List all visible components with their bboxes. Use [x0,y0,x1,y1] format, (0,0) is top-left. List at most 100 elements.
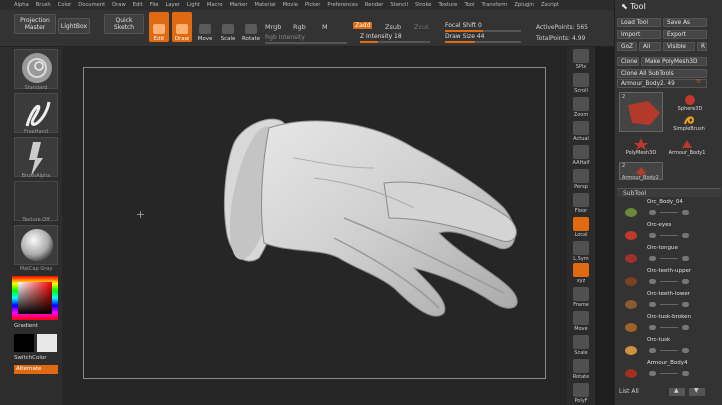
primary-color-swatch[interactable] [14,334,34,352]
zcut-button[interactable]: Zcut [414,23,429,31]
polypaint-toggle-icon[interactable] [682,209,689,215]
tool-polymesh3d[interactable]: PolyMesh3D [619,138,663,156]
subtool-row[interactable]: Orc-teeth-upper [619,268,709,290]
polypaint-toggle-icon[interactable] [682,255,689,261]
tool-sphere3d[interactable]: Sphere3D [673,94,707,112]
tool-armour-body2[interactable]: 2 Armour_Body2 [619,162,663,181]
visible-button[interactable]: Visible [663,42,695,51]
active-tool-thumbnail[interactable]: 2 [619,92,663,132]
subtool-row[interactable]: Orc-eyes [619,222,709,244]
rightshelf-polyf-button[interactable]: PolyF [570,383,592,404]
rightshelf-spix-button[interactable]: SPix [570,49,592,70]
secondary-color-swatch[interactable] [37,334,57,352]
rightshelf-move-button[interactable]: Move [570,311,592,332]
zsub-button[interactable]: Zsub [385,23,401,31]
menu-item-texture[interactable]: Texture [438,2,457,8]
import-button[interactable]: Import [617,30,661,39]
rotate-button[interactable]: Rotate [241,12,261,42]
texture-thumbnail[interactable] [14,181,58,221]
material-thumbnail[interactable] [14,225,58,265]
menu-item-marker[interactable]: Marker [230,2,248,8]
focal-shift-slider[interactable]: Focal Shift 0 [445,22,521,32]
rgb-intensity-slider[interactable]: Rgb Intensity [265,34,347,44]
menu-item-alpha[interactable]: Alpha [14,2,29,8]
clone-all-subtools-button[interactable]: Clone All SubTools [617,69,707,78]
rightshelf-aahalf-button[interactable]: AAHalf [570,145,592,166]
menu-item-render[interactable]: Render [365,2,383,8]
menu-item-material[interactable]: Material [255,2,276,8]
subtool-row[interactable]: Orc-tusk [619,337,709,359]
menu-item-zscript[interactable]: Zscript [541,2,559,8]
mrgb-button[interactable]: Mrgb [265,23,281,31]
glove-model[interactable] [84,68,545,378]
polypaint-toggle-icon[interactable] [682,324,689,330]
subtool-header[interactable]: SubTool [617,188,721,197]
zadd-button[interactable]: Zadd [353,22,381,32]
rightshelf-floor-button[interactable]: Floor [570,193,592,214]
rgb-button[interactable]: Rgb [293,23,306,31]
subtool-row[interactable]: Orc_Body_04 [619,199,709,221]
menu-item-movie[interactable]: Movie [283,2,298,8]
polypaint-toggle-icon[interactable] [682,347,689,353]
subtool-slider[interactable] [660,349,678,351]
document-canvas[interactable] [83,67,546,379]
subtool-slider[interactable] [660,257,678,259]
edit-button[interactable]: Edit [149,12,169,42]
subtool-slider[interactable] [660,303,678,305]
m-button[interactable]: M [322,23,328,31]
save-as-button[interactable]: Save As [663,18,707,27]
subtool-row[interactable]: Orc-tongue [619,245,709,267]
menu-item-stencil[interactable]: Stencil [390,2,408,8]
export-button[interactable]: Export [663,30,707,39]
visibility-toggle-icon[interactable] [649,232,656,238]
rightshelf-lsym-button[interactable]: L.Sym [570,241,592,262]
visibility-toggle-icon[interactable] [649,209,656,215]
rightshelf-local-button[interactable]: Local [570,217,592,238]
menu-item-stroke[interactable]: Stroke [415,2,432,8]
subtool-up-button[interactable]: ▲ [669,387,685,396]
move-button[interactable]: Move [195,12,215,42]
scale-button[interactable]: Scale [218,12,238,42]
draw-size-slider[interactable]: Draw Size 44 [445,33,521,43]
menu-item-color[interactable]: Color [58,2,72,8]
menu-item-edit[interactable]: Edit [133,2,143,8]
subtool-row[interactable]: Orc-tusk-broken [619,314,709,336]
rightshelf-persp-button[interactable]: Persp [570,169,592,190]
menu-item-document[interactable]: Document [78,2,105,8]
rightshelf-xyz-button[interactable]: xyz [570,263,592,284]
r-button[interactable]: R [697,42,707,51]
clone-button[interactable]: Clone [617,57,639,66]
make-polymesh-button[interactable]: Make PolyMesh3D [641,57,707,66]
subtool-slider[interactable] [660,234,678,236]
rightshelf-zoom-button[interactable]: Zoom [570,97,592,118]
visibility-toggle-icon[interactable] [649,255,656,261]
lightbox-button[interactable]: LightBox [58,18,90,34]
menu-item-picker[interactable]: Picker [305,2,320,8]
z-intensity-slider[interactable]: Z Intensity 18 [360,33,430,43]
polypaint-toggle-icon[interactable] [682,232,689,238]
rightshelf-frame-button[interactable]: Frame [570,287,592,308]
menu-item-brush[interactable]: Brush [36,2,51,8]
rightshelf-rotate-button[interactable]: Rotate [570,359,592,380]
goz-all-button[interactable]: All [639,42,661,51]
color-picker[interactable] [12,276,58,320]
current-tool-slider[interactable]: Armour_Body2. 49 ↻ [617,79,707,88]
subtool-slider[interactable] [660,211,678,213]
tool-simplebrush[interactable]: SimpleBrush [669,114,709,132]
goz-button[interactable]: GoZ [617,42,637,51]
visibility-toggle-icon[interactable] [649,370,656,376]
subtool-slider[interactable] [660,372,678,374]
menu-item-tool[interactable]: Tool [464,2,474,8]
visibility-toggle-icon[interactable] [649,301,656,307]
list-all-button[interactable]: List All [619,388,639,395]
polypaint-toggle-icon[interactable] [682,370,689,376]
rightshelf-scroll-button[interactable]: Scroll [570,73,592,94]
rightshelf-actual-button[interactable]: Actual [570,121,592,142]
projection-master-button[interactable]: Projection Master [14,14,56,34]
visibility-toggle-icon[interactable] [649,347,656,353]
load-tool-button[interactable]: Load Tool [617,18,661,27]
visibility-toggle-icon[interactable] [649,278,656,284]
menu-item-light[interactable]: Light [187,2,200,8]
alternate-button[interactable]: Alternate [14,365,58,374]
subtool-row[interactable]: Orc-teeth-lower [619,291,709,313]
